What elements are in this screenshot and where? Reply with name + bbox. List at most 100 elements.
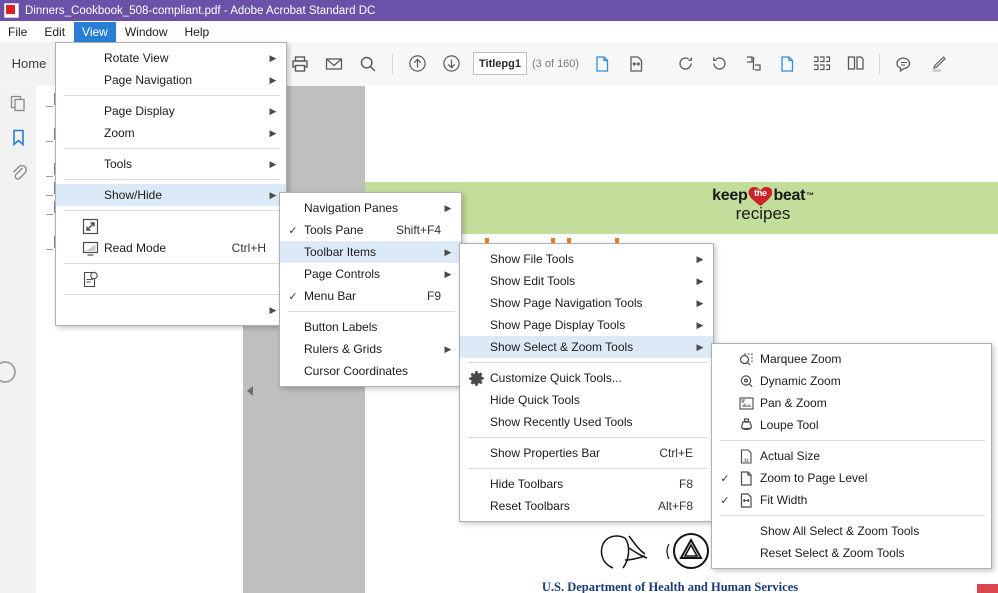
menu-divider	[64, 294, 280, 295]
comment-icon[interactable]	[889, 49, 919, 79]
menu-item-navigation-panes[interactable]: Navigation Panes ▶	[280, 197, 461, 219]
chevron-right-icon: ▶	[269, 74, 277, 85]
menu-item-hide-toolbars[interactable]: Hide Toolbars F8	[460, 473, 713, 495]
menu-divider	[64, 263, 280, 264]
menu-select-and-zoom-tools[interactable]: Marquee Zoom Dynamic Zoom Pan & Zoom Lou…	[711, 343, 992, 569]
page-level-icon[interactable]	[587, 49, 617, 79]
menu-item-rotate-view[interactable]: Rotate View ▶	[56, 47, 286, 69]
menu-item-tools[interactable]: Tools ▶	[56, 153, 286, 175]
menu-divider	[720, 440, 985, 441]
menu-item-toolbar-items[interactable]: Toolbar Items ▶	[280, 241, 461, 263]
menu-item-read-out-loud[interactable]: ▶	[56, 299, 286, 321]
menu-item-pan-and-zoom[interactable]: Pan & Zoom	[712, 392, 991, 414]
menu-item-customize-quick-tools[interactable]: Customize Quick Tools...	[460, 367, 713, 389]
menubar-item-edit[interactable]: Edit	[36, 22, 73, 42]
search-icon[interactable]	[353, 49, 383, 79]
menu-label: Show Page Navigation Tools	[490, 296, 643, 310]
two-page-view-icon[interactable]	[840, 49, 870, 79]
menu-divider	[468, 362, 707, 363]
highlighter-icon[interactable]	[923, 49, 953, 79]
fit-width-icon[interactable]	[621, 49, 651, 79]
chevron-right-icon: ▶	[696, 297, 704, 308]
menu-item-loupe-tool[interactable]: Loupe Tool	[712, 414, 991, 436]
acrobat-window: Dinners_Cookbook_508-compliant.pdf - Ado…	[0, 0, 998, 593]
menu-item-marquee-zoom[interactable]: Marquee Zoom	[712, 348, 991, 370]
menu-icon-slot	[464, 474, 488, 494]
collapse-handle-icon[interactable]	[0, 361, 16, 383]
menu-item-show-file-tools[interactable]: Show File Tools ▶	[460, 248, 713, 270]
chevron-right-icon: ▶	[269, 304, 277, 315]
arrow-down-circle-icon[interactable]	[436, 49, 466, 79]
page-number-input[interactable]: Titlepg1	[473, 52, 527, 75]
menu-item-zoom[interactable]: Zoom ▶	[56, 122, 286, 144]
menu-label: Page Navigation	[104, 73, 193, 87]
menu-item-dynamic-zoom[interactable]: Dynamic Zoom	[712, 370, 991, 392]
menu-item-show-page-navigation-tools[interactable]: Show Page Navigation Tools ▶	[460, 292, 713, 314]
menu-item-hide-quick-tools[interactable]: Hide Quick Tools	[460, 389, 713, 411]
tree-branch-line	[46, 206, 53, 215]
menu-toolbar-items[interactable]: Show File Tools ▶ Show Edit Tools ▶ Show…	[459, 243, 714, 522]
menu-view[interactable]: Rotate View ▶ Page Navigation ▶ Page Dis…	[55, 42, 287, 326]
single-page-view-icon[interactable]	[738, 49, 768, 79]
collapse-sidebar-arrow-icon[interactable]	[247, 386, 253, 396]
menu-label: Navigation Panes	[304, 201, 399, 215]
chevron-right-icon: ▶	[696, 275, 704, 286]
menu-item-menu-bar[interactable]: ✓ Menu Bar F9	[280, 285, 461, 307]
menu-item-reset-select-and-zoom-tools[interactable]: Reset Select & Zoom Tools	[712, 542, 991, 564]
menubar-item-file[interactable]: File	[0, 22, 35, 42]
menu-item-full-screen-mode[interactable]: Read Mode Ctrl+H	[56, 237, 286, 259]
menu-label: Zoom	[104, 126, 135, 140]
menu-item-zoom-to-page-level[interactable]: ✓ Zoom to Page Level	[712, 467, 991, 489]
menu-item-page-controls[interactable]: Page Controls ▶	[280, 263, 461, 285]
menu-item-reset-toolbars[interactable]: Reset Toolbars Alt+F8	[460, 495, 713, 517]
menu-item-cursor-coordinates[interactable]: Cursor Coordinates	[280, 360, 461, 382]
email-icon[interactable]	[319, 49, 349, 79]
menu-icon-slot	[464, 293, 488, 313]
menu-item-show-properties-bar[interactable]: Show Properties Bar Ctrl+E	[460, 442, 713, 464]
menu-accelerator: Shift+F4	[395, 223, 441, 237]
menu-item-read-mode[interactable]	[56, 215, 286, 237]
hhs-agency-label: U.S. Department of Health and Human Serv…	[541, 580, 799, 593]
bookmarks-icon[interactable]	[0, 120, 36, 154]
menu-item-show-recently-used-tools[interactable]: Show Recently Used Tools	[460, 411, 713, 433]
rotate-clockwise-icon[interactable]	[670, 49, 700, 79]
menu-icon-slot	[78, 70, 102, 90]
menu-icon-slot	[734, 521, 758, 541]
print-icon[interactable]	[285, 49, 315, 79]
fit-width-icon	[734, 490, 758, 510]
menu-item-show-page-display-tools[interactable]: Show Page Display Tools ▶	[460, 314, 713, 336]
menu-item-show-all-select-and-zoom-tools[interactable]: Show All Select & Zoom Tools	[712, 520, 991, 542]
menu-item-fit-width[interactable]: ✓ Fit Width	[712, 489, 991, 511]
menu-accelerator: Alt+F8	[657, 499, 693, 513]
menu-item-actual-size[interactable]: 11 Actual Size	[712, 445, 991, 467]
menu-item-page-navigation[interactable]: Page Navigation ▶	[56, 69, 286, 91]
toolbar-separator-2	[879, 52, 881, 75]
attachments-icon[interactable]	[0, 154, 36, 188]
rotate-counterclockwise-icon[interactable]	[704, 49, 734, 79]
menu-label: Menu Bar	[304, 289, 357, 303]
page-icon[interactable]	[772, 49, 802, 79]
menu-divider	[64, 179, 280, 180]
menu-label: Read Mode	[104, 241, 167, 255]
menu-icon-slot	[78, 154, 102, 174]
menubar-item-view[interactable]: View	[74, 21, 116, 42]
tab-home[interactable]: Home	[0, 42, 58, 85]
menu-label: Button Labels	[304, 320, 378, 334]
menu-item-rulers-and-grids[interactable]: Rulers & Grids ▶	[280, 338, 461, 360]
continuous-scroll-icon[interactable]	[806, 49, 836, 79]
menubar-item-help[interactable]: Help	[177, 22, 218, 42]
arrow-up-circle-icon[interactable]	[402, 49, 432, 79]
menubar-item-window[interactable]: Window	[117, 22, 176, 42]
menu-label: Zoom to Page Level	[760, 471, 868, 485]
menu-divider	[288, 311, 455, 312]
menu-item-page-display[interactable]: Page Display ▶	[56, 100, 286, 122]
menu-item-tools-pane[interactable]: ✓ Tools Pane Shift+F4	[280, 219, 461, 241]
menu-item-button-labels[interactable]: Button Labels	[280, 316, 461, 338]
page-thumbnails-icon[interactable]	[0, 86, 36, 120]
menu-label: Rotate View	[104, 51, 169, 65]
menu-show-hide[interactable]: Navigation Panes ▶ ✓ Tools Pane Shift+F4…	[279, 192, 462, 387]
menu-item-show-edit-tools[interactable]: Show Edit Tools ▶	[460, 270, 713, 292]
menu-item-tracker[interactable]	[56, 268, 286, 290]
menu-item-show-select-and-zoom-tools[interactable]: Show Select & Zoom Tools ▶	[460, 336, 713, 358]
menu-item-show-hide[interactable]: Show/Hide ▶	[56, 184, 286, 206]
